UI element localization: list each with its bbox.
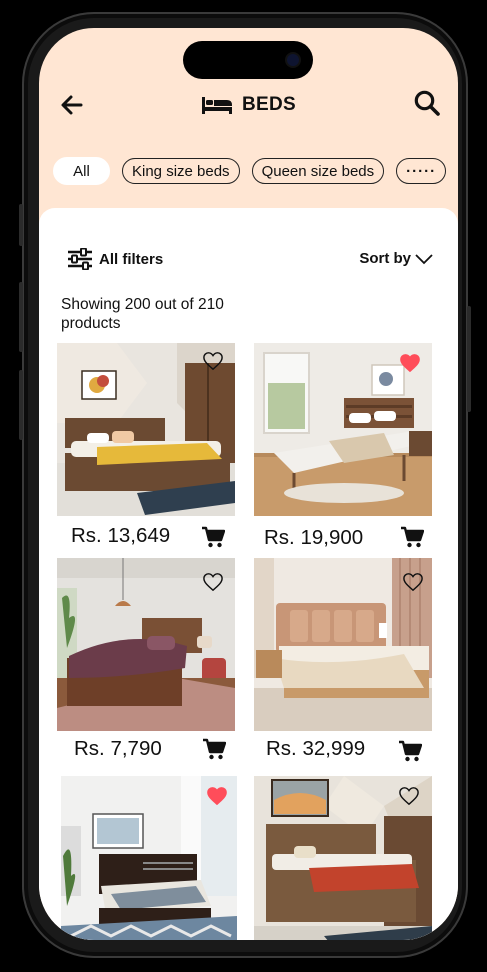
- chip-king-size-beds[interactable]: King size beds: [122, 158, 240, 184]
- page-title: BEDS: [242, 94, 296, 115]
- app-screen: BEDS All King size beds Queen size beds …: [39, 28, 458, 940]
- action-button: [19, 204, 23, 246]
- product-card[interactable]: [61, 776, 239, 940]
- chip-all[interactable]: All: [53, 157, 110, 185]
- page-header: BEDS: [201, 90, 296, 120]
- heart-icon[interactable]: [398, 786, 420, 806]
- power-button: [467, 306, 471, 412]
- product-card[interactable]: Rs. 13,649: [57, 343, 235, 558]
- chip-more[interactable]: ·····: [396, 158, 447, 184]
- cart-icon[interactable]: [398, 740, 422, 762]
- product-price: Rs. 7,790: [74, 737, 162, 760]
- heart-icon[interactable]: [202, 351, 224, 371]
- heart-icon[interactable]: [202, 572, 224, 592]
- chip-queen-size-beds[interactable]: Queen size beds: [251, 158, 385, 184]
- front-camera: [287, 54, 299, 66]
- all-filters-label: All filters: [99, 250, 164, 268]
- product-price: Rs. 32,999: [266, 737, 366, 760]
- product-price: Rs. 19,900: [264, 526, 364, 549]
- product-price: Rs. 13,649: [71, 524, 171, 547]
- heart-icon[interactable]: [206, 786, 228, 806]
- cart-icon[interactable]: [202, 738, 226, 760]
- heart-icon[interactable]: [402, 572, 424, 592]
- product-card[interactable]: Rs. 7,790: [57, 558, 235, 773]
- product-panel: All filters Sort by Showing 200 out of 2…: [39, 208, 458, 940]
- dynamic-island: [183, 41, 313, 79]
- cart-icon[interactable]: [201, 526, 225, 548]
- bed-icon: [202, 97, 232, 114]
- category-chips: All King size beds Queen size beds ·····: [53, 156, 447, 186]
- sort-by-button[interactable]: Sort by: [359, 250, 433, 267]
- volume-up-button: [19, 282, 23, 352]
- product-card[interactable]: [254, 776, 432, 940]
- results-count: Showing 200 out of 210 products: [61, 296, 224, 332]
- sort-by-label: Sort by: [359, 250, 411, 267]
- volume-down-button: [19, 370, 23, 440]
- arrow-left-icon[interactable]: [59, 92, 85, 118]
- all-filters-button[interactable]: All filters: [67, 248, 163, 270]
- chevron-down-icon: [415, 253, 433, 264]
- heart-icon[interactable]: [399, 353, 421, 373]
- search-icon[interactable]: [413, 89, 441, 117]
- filter-sliders-icon: [68, 248, 92, 270]
- product-card[interactable]: Rs. 19,900: [254, 343, 432, 558]
- cart-icon[interactable]: [400, 526, 424, 548]
- product-card[interactable]: Rs. 32,999: [254, 558, 432, 773]
